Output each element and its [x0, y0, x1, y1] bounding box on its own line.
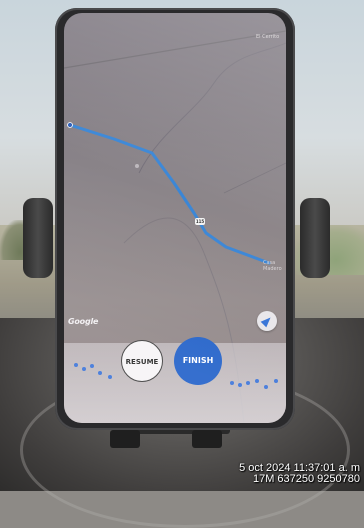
track-dot: [274, 379, 278, 383]
track-dot: [74, 363, 78, 367]
map-road: [138, 42, 286, 174]
holder-arm-left: [23, 198, 53, 278]
track-dot: [238, 383, 242, 387]
track-dot: [108, 375, 112, 379]
track-dot: [90, 364, 94, 368]
track-dot: [98, 371, 102, 375]
phone-screen: El Cerrito Casa Madero 115 Google RESUME…: [64, 13, 286, 423]
track-dot: [246, 381, 250, 385]
map-road: [64, 30, 286, 69]
recenter-button[interactable]: [257, 311, 277, 331]
track-dot: [255, 379, 259, 383]
route-line: [68, 123, 271, 265]
navigation-arrow-icon: [260, 314, 274, 328]
place-label: Madero: [263, 266, 282, 272]
place-label: El Cerrito: [256, 34, 280, 40]
resume-button[interactable]: RESUME: [121, 340, 163, 382]
track-dot: [264, 385, 268, 389]
map-poi: [135, 164, 139, 168]
holder-foot-left: [110, 430, 140, 448]
map-road: [223, 162, 286, 194]
route-number-shield: 115: [195, 218, 205, 225]
timestamp-coordinates: 17M 637250 9250780: [252, 473, 360, 485]
track-dot: [82, 367, 86, 371]
photo-timestamp: 5 oct 2024 11:37:01 a. m 17M 637250 9250…: [239, 463, 360, 485]
route-start-marker: [67, 122, 73, 128]
google-attribution: Google: [68, 317, 99, 326]
track-dot: [230, 381, 234, 385]
smartphone: El Cerrito Casa Madero 115 Google RESUME…: [55, 8, 295, 430]
holder-arm-right: [300, 198, 330, 278]
holder-foot-right: [192, 430, 222, 448]
finish-button[interactable]: FINISH: [174, 337, 222, 385]
